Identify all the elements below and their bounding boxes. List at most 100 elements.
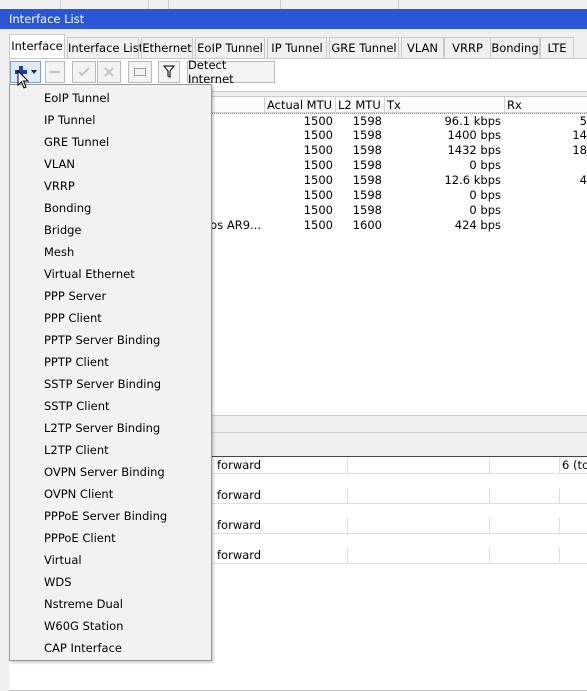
table-cell-l2-mtu: 1598 xyxy=(352,143,382,157)
strip-cell xyxy=(280,0,399,9)
table-cell-actual-mtu: 1500 xyxy=(303,128,333,142)
column-separator xyxy=(347,518,348,533)
menu-item-pppoe-server-binding[interactable]: PPPoE Server Binding xyxy=(10,505,211,527)
tab-gre-tunnel[interactable]: GRE Tunnel xyxy=(329,37,399,58)
remove-button[interactable] xyxy=(45,61,65,83)
enable-button[interactable] xyxy=(72,61,96,83)
lower-cell-action: forward xyxy=(217,518,262,532)
menu-item-bridge[interactable]: Bridge xyxy=(10,219,211,241)
table-cell-rx: 14 xyxy=(572,128,587,142)
menu-item-ppp-server[interactable]: PPP Server xyxy=(10,285,211,307)
menu-item-ip-tunnel[interactable]: IP Tunnel xyxy=(10,109,211,131)
menu-item-vlan[interactable]: VLAN xyxy=(10,153,211,175)
table-cell-rx: 18 xyxy=(572,143,587,157)
table-cell-actual-mtu: 1500 xyxy=(303,218,333,232)
column-separator xyxy=(559,518,560,533)
table-cell-tx: 0 bps xyxy=(469,188,501,202)
tab-ip-tunnel[interactable]: IP Tunnel xyxy=(267,37,327,58)
table-cell-tx: 1432 bps xyxy=(447,143,501,157)
detect-internet-button[interactable]: Detect Internet xyxy=(187,58,275,86)
table-cell-rx: 5 xyxy=(579,114,587,128)
table-cell-tx: 96.1 kbps xyxy=(444,114,501,128)
table-cell-tx: 1400 bps xyxy=(447,128,501,142)
comment-button[interactable] xyxy=(128,61,152,83)
column-header-tx[interactable]: Tx xyxy=(385,97,505,113)
menu-item-pptp-server-binding[interactable]: PPTP Server Binding xyxy=(10,329,211,351)
column-separator xyxy=(489,518,490,533)
table-cell-actual-mtu: 1500 xyxy=(303,143,333,157)
comment-icon xyxy=(134,68,146,76)
table-cell-l2-mtu: 1598 xyxy=(352,188,382,202)
minus-icon xyxy=(50,71,60,73)
menu-item-nstreme-dual[interactable]: Nstreme Dual xyxy=(10,593,211,615)
table-cell-tx: 0 bps xyxy=(469,203,501,217)
column-separator xyxy=(559,458,560,473)
menu-item-l2tp-server-binding[interactable]: L2TP Server Binding xyxy=(10,417,211,439)
column-separator xyxy=(489,488,490,503)
table-cell-actual-mtu: 1500 xyxy=(303,203,333,217)
tab-vrrp[interactable]: VRRP xyxy=(444,37,491,58)
table-cell-actual-mtu: 1500 xyxy=(303,173,333,187)
column-separator xyxy=(347,458,348,473)
tab-eoip-tunnel[interactable]: EoIP Tunnel xyxy=(195,37,265,58)
lower-cell-action: forward xyxy=(217,458,262,472)
table-cell-rx xyxy=(505,188,587,203)
strip-cell xyxy=(0,0,61,9)
table-cell-l2-mtu: 1598 xyxy=(352,203,382,217)
window-title: Interface List xyxy=(0,9,587,29)
lower-cell-action: forward xyxy=(217,548,262,562)
tab-vlan[interactable]: VLAN xyxy=(401,37,444,58)
lower-cell-extra xyxy=(562,548,587,563)
table-cell-tx: 0 bps xyxy=(469,158,501,172)
column-separator xyxy=(347,548,348,563)
menu-item-sstp-client[interactable]: SSTP Client xyxy=(10,395,211,417)
tab-lte[interactable]: LTE xyxy=(540,37,574,58)
table-cell-actual-mtu: 1500 xyxy=(303,188,333,202)
lower-cell-action: forward xyxy=(217,488,262,502)
table-cell-actual-mtu: 1500 xyxy=(303,158,333,172)
menu-item-virtual-ethernet[interactable]: Virtual Ethernet xyxy=(10,263,211,285)
menu-item-wds[interactable]: WDS xyxy=(10,571,211,593)
table-cell-tx: 12.6 kbps xyxy=(444,173,501,187)
column-separator xyxy=(489,458,490,473)
menu-item-ovpn-server-binding[interactable]: OVPN Server Binding xyxy=(10,461,211,483)
table-cell-actual-mtu: 1500 xyxy=(303,114,333,128)
disable-button[interactable] xyxy=(97,61,121,83)
filter-button[interactable] xyxy=(158,61,180,83)
table-cell-rx xyxy=(505,218,587,233)
menu-item-l2tp-client[interactable]: L2TP Client xyxy=(10,439,211,461)
column-separator xyxy=(559,488,560,503)
menu-item-sstp-server-binding[interactable]: SSTP Server Binding xyxy=(10,373,211,395)
lower-cell-extra: 6 (tcp xyxy=(562,458,587,472)
tab-interface[interactable]: Interface xyxy=(9,34,65,58)
table-cell-l2-mtu: 1600 xyxy=(352,218,382,232)
filter-icon xyxy=(163,65,175,78)
menu-item-w60g-station[interactable]: W60G Station xyxy=(10,615,211,637)
menu-item-ovpn-client[interactable]: OVPN Client xyxy=(10,483,211,505)
table-cell-l2-mtu: 1598 xyxy=(352,158,382,172)
menu-item-pptp-client[interactable]: PPTP Client xyxy=(10,351,211,373)
strip-cell xyxy=(148,0,169,9)
lower-cell-extra xyxy=(562,488,587,503)
tab-bonding[interactable]: Bonding xyxy=(490,37,540,58)
menu-item-ppp-client[interactable]: PPP Client xyxy=(10,307,211,329)
check-icon xyxy=(78,67,90,77)
menu-item-mesh[interactable]: Mesh xyxy=(10,241,211,263)
tab-interface-list[interactable]: Interface List xyxy=(67,37,143,58)
strip-cell xyxy=(60,0,149,9)
menu-item-eoip-tunnel[interactable]: EoIP Tunnel xyxy=(10,87,211,109)
menu-item-virtual[interactable]: Virtual xyxy=(10,549,211,571)
table-cell-l2-mtu: 1598 xyxy=(352,114,382,128)
column-header-l2-mtu[interactable]: L2 MTU xyxy=(336,97,385,113)
menu-item-bonding[interactable]: Bonding xyxy=(10,197,211,219)
tab-ethernet[interactable]: Ethernet xyxy=(141,37,193,58)
strip-cell xyxy=(168,0,281,9)
column-header-actual-mtu[interactable]: Actual MTU xyxy=(265,97,336,113)
menu-item-pppoe-client[interactable]: PPPoE Client xyxy=(10,527,211,549)
add-interface-menu: EoIP Tunnel IP Tunnel GRE Tunnel VLAN VRRP Bo… xyxy=(9,84,212,661)
table-cell-tx: 424 bps xyxy=(454,218,501,232)
menu-item-cap-interface[interactable]: CAP Interface xyxy=(10,637,211,659)
menu-item-gre-tunnel[interactable]: GRE Tunnel xyxy=(10,131,211,153)
column-header-rx[interactable]: Rx xyxy=(505,97,587,113)
menu-item-vrrp[interactable]: VRRP xyxy=(10,175,211,197)
